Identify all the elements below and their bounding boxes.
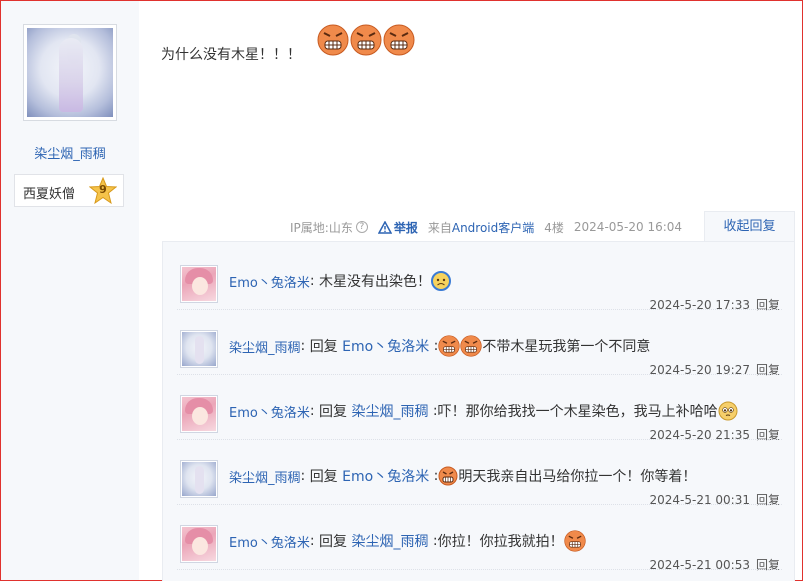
reply-content: Emo丶兔洛米: 回复 染尘烟_雨稠 : 你拉！你拉我就拍！ [229, 530, 586, 552]
reply-divider [177, 309, 782, 310]
reply-item: Emo丶兔洛米: 木星没有出染色！ 2024-5-20 17:33 回复 [163, 248, 796, 313]
reply-username[interactable]: 染尘烟_雨稠 [229, 467, 301, 486]
reply-meta: 2024-5-20 21:35 回复 [649, 426, 780, 443]
member-badge[interactable]: 西夏妖僧 9 [14, 174, 124, 207]
replies-panel: Emo丶兔洛米: 木星没有出染色！ 2024-5-20 17:33 回复染尘烟_雨稠… [162, 241, 795, 581]
reply-content: Emo丶兔洛米: 木星没有出染色！ [229, 270, 452, 292]
reply-target-user[interactable]: Emo丶兔洛米 [342, 336, 429, 356]
angry-face-icon [563, 530, 586, 552]
report-label: 举报 [393, 220, 418, 235]
reply-target-user[interactable]: 染尘烟_雨稠 [351, 531, 428, 551]
reply-avatar[interactable] [180, 525, 218, 563]
reply-avatar[interactable] [180, 265, 218, 303]
badge-title: 西夏妖僧 [23, 187, 76, 202]
level-star-icon: 9 [88, 176, 118, 205]
grin-face-icon [438, 466, 458, 486]
reply-text: 你拉！你拉我就拍！ [437, 534, 564, 550]
reply-separator: : [309, 533, 315, 549]
warning-icon [377, 220, 392, 234]
reply-prefix: 回复 [309, 469, 338, 485]
reply-separator: : [300, 468, 306, 484]
reply-prefix: 回复 [319, 404, 348, 420]
reply-divider [177, 504, 782, 505]
report-link[interactable]: 举报 [377, 219, 418, 236]
sad-face-icon [431, 271, 452, 291]
reply-text: 不带木星玩我第一个不同意 [482, 339, 651, 355]
reply-meta: 2024-5-20 19:27 回复 [649, 361, 780, 378]
pleading-face-icon [718, 401, 738, 421]
reply-prefix: 回复 [309, 339, 338, 355]
reply-meta: 2024-5-21 00:53 回复 [649, 556, 780, 573]
post-time: 2024-05-20 16:04 [573, 220, 683, 234]
reply-username[interactable]: Emo丶兔洛米 [229, 272, 310, 291]
badge-level-number: 9 [99, 183, 107, 196]
post-meta: IP属地:山东 ? 举报 来自 Android客户端 4楼 2024-05-20… [290, 218, 682, 236]
collapse-replies-button[interactable]: 收起回复 [704, 211, 795, 242]
angry-face-icon [438, 335, 461, 357]
reply-avatar[interactable] [180, 395, 218, 433]
angry-face-icon [350, 24, 382, 56]
angry-face-icon [460, 335, 483, 357]
reply-username[interactable]: 染尘烟_雨稠 [229, 337, 301, 356]
reply-target-user[interactable]: 染尘烟_雨稠 [351, 401, 428, 421]
author-avatar[interactable] [23, 24, 117, 121]
reply-text: 木星没有出染色！ [319, 274, 432, 290]
reply-prefix: 回复 [319, 534, 348, 550]
reply-text: 吓！那你给我找一个木星染色，我马上补哈哈 [437, 404, 718, 420]
reply-item: Emo丶兔洛米: 回复 染尘烟_雨稠 : 吓！那你给我找一个木星染色，我马上补哈哈… [163, 378, 796, 443]
reply-item: 染尘烟_雨稠: 回复 Emo丶兔洛米 : 不带木星玩我第一个不同意 2024-5-2… [163, 313, 796, 378]
reply-separator: : [309, 403, 315, 419]
reply-separator: : [309, 273, 315, 289]
reply-content: Emo丶兔洛米: 回复 染尘烟_雨稠 : 吓！那你给我找一个木星染色，我马上补哈哈 [229, 400, 738, 422]
source-client-link[interactable]: Android客户端 [452, 219, 534, 236]
reply-target-user[interactable]: Emo丶兔洛米 [342, 466, 429, 486]
avatar-image [27, 28, 113, 117]
ip-location: IP属地:山东 [290, 220, 353, 235]
floor-number: 4楼 [544, 220, 564, 235]
reply-username[interactable]: Emo丶兔洛米 [229, 402, 310, 421]
angry-face-icon [317, 24, 349, 56]
post-content: 为什么没有木星！！！ [161, 47, 301, 63]
reply-item: Emo丶兔洛米: 回复 染尘烟_雨稠 : 你拉！你拉我就拍！ 2024-5-21 0… [163, 508, 796, 573]
post-emojis [317, 24, 415, 58]
reply-divider [177, 569, 782, 570]
angry-face-icon [383, 24, 415, 56]
author-sidebar: 染尘烟_雨稠 西夏妖僧 9 [1, 1, 139, 580]
author-name[interactable]: 染尘烟_雨稠 [1, 143, 139, 162]
reply-divider [177, 439, 782, 440]
reply-avatar[interactable] [180, 460, 218, 498]
question-mark-icon[interactable]: ? [355, 221, 368, 233]
reply-meta: 2024-5-20 17:33 回复 [649, 296, 780, 313]
reply-content: 染尘烟_雨稠: 回复 Emo丶兔洛米 : 不带木星玩我第一个不同意 [229, 335, 650, 357]
reply-divider [177, 374, 782, 375]
reply-content: 染尘烟_雨稠: 回复 Emo丶兔洛米 : 明天我亲自出马给你拉一个！你等着！ [229, 465, 696, 487]
reply-avatar[interactable] [180, 330, 218, 368]
reply-item: 染尘烟_雨稠: 回复 Emo丶兔洛米 : 明天我亲自出马给你拉一个！你等着！ 202… [163, 443, 796, 508]
reply-username[interactable]: Emo丶兔洛米 [229, 532, 310, 551]
reply-separator: : [300, 338, 306, 354]
reply-meta: 2024-5-21 00:31 回复 [649, 491, 780, 508]
reply-text: 明天我亲自出马给你拉一个！你等着！ [458, 469, 697, 485]
source-prefix: 来自 [427, 220, 452, 235]
